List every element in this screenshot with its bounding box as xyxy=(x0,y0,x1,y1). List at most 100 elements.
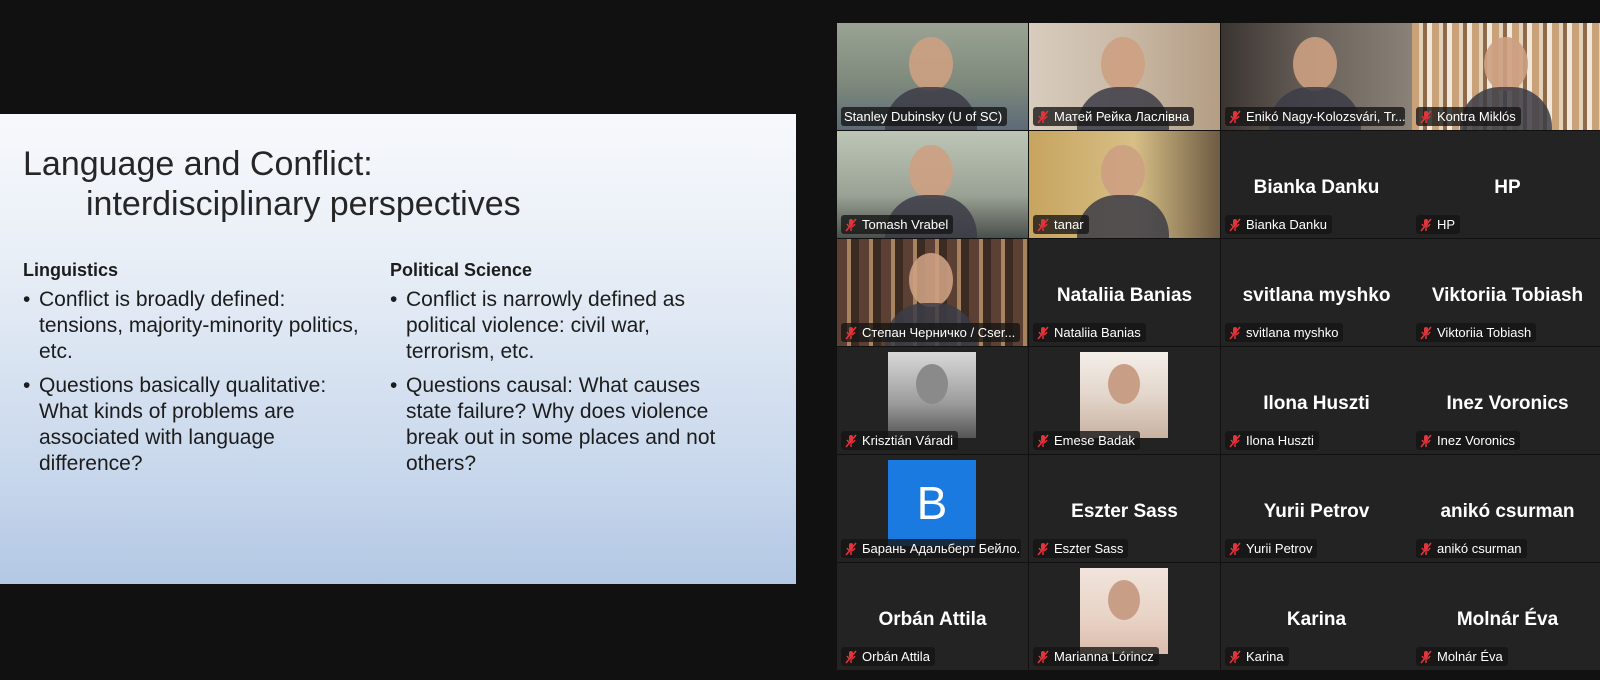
participant-label: Karina xyxy=(1225,647,1289,666)
person-silhouette xyxy=(916,364,948,404)
mic-muted-icon xyxy=(1229,433,1241,448)
participant-label-text: tanar xyxy=(1054,217,1084,232)
participant-label-text: Yurii Petrov xyxy=(1246,541,1313,556)
participant-gallery: Stanley Dubinsky (U of SC) Матей Рейка Ла… xyxy=(837,23,1600,678)
person-silhouette xyxy=(1101,37,1145,91)
participant-tile[interactable]: Enikó Nagy-Kolozsvári, Tr... xyxy=(1221,23,1412,130)
participant-tile[interactable]: HP HP xyxy=(1412,131,1600,238)
participant-tile[interactable]: Inez Voronics Inez Voronics xyxy=(1412,347,1600,454)
bullet-item: Conflict is broadly defined: tensions, m… xyxy=(23,287,363,365)
participant-label: Orbán Attila xyxy=(841,647,935,666)
participant-display-name: Eszter Sass xyxy=(1071,501,1178,522)
person-silhouette xyxy=(909,145,953,199)
participant-label-text: Tomash Vrabel xyxy=(862,217,949,232)
participant-label: HP xyxy=(1416,215,1461,234)
person-silhouette xyxy=(1077,195,1169,238)
participant-label-text: svitlana myshko xyxy=(1246,325,1339,340)
participant-tile[interactable]: Emese Badak xyxy=(1029,347,1220,454)
participant-label: Kontra Miklós xyxy=(1416,107,1521,126)
slide-title: Language and Conflict: xyxy=(23,145,373,183)
mic-muted-icon xyxy=(1229,109,1241,124)
participant-label-text: Eszter Sass xyxy=(1054,541,1124,556)
participant-label-text: Bianka Danku xyxy=(1246,217,1327,232)
mic-muted-icon xyxy=(1420,649,1432,664)
participant-tile[interactable]: Степан Черничко / Cser... xyxy=(837,239,1028,346)
participant-label: Enikó Nagy-Kolozsvári, Tr... xyxy=(1225,107,1405,126)
participant-label: Nataliia Banias xyxy=(1033,323,1146,342)
participant-label: Tomash Vrabel xyxy=(841,215,954,234)
mic-muted-icon xyxy=(1037,217,1049,232)
participant-label-text: Karina xyxy=(1246,649,1284,664)
participant-tile[interactable]: tanar xyxy=(1029,131,1220,238)
mic-muted-icon xyxy=(1037,649,1049,664)
participant-label: Krisztián Váradi xyxy=(841,431,959,450)
participant-tile[interactable]: B Барань Адальберт Бейло... xyxy=(837,455,1028,562)
participant-label-text: Marianna Lórincz xyxy=(1054,649,1154,664)
participant-display-name: Yurii Petrov xyxy=(1263,501,1370,522)
mic-muted-icon xyxy=(1420,325,1432,340)
mic-muted-icon xyxy=(1037,325,1049,340)
participant-label: Eszter Sass xyxy=(1033,539,1129,558)
participant-label-text: Барань Адальберт Бейло... xyxy=(862,541,1021,556)
avatar xyxy=(1080,568,1168,654)
avatar xyxy=(1080,352,1168,438)
person-silhouette xyxy=(1293,37,1337,91)
mic-muted-icon xyxy=(845,433,857,448)
participant-tile[interactable]: Karina Karina xyxy=(1221,563,1412,670)
mic-muted-icon xyxy=(1420,217,1432,232)
mic-muted-icon xyxy=(1229,325,1241,340)
participant-label: Viktoriia Tobiash xyxy=(1416,323,1537,342)
participant-tile[interactable]: Orbán Attila Orbán Attila xyxy=(837,563,1028,670)
column-heading: Political Science xyxy=(390,260,533,280)
mic-muted-icon xyxy=(1037,541,1049,556)
participant-label: Stanley Dubinsky (U of SC) xyxy=(841,107,1008,126)
mic-muted-icon xyxy=(1420,433,1432,448)
mic-muted-icon xyxy=(1037,109,1049,124)
mic-muted-icon xyxy=(845,649,857,664)
participant-tile[interactable]: Stanley Dubinsky (U of SC) xyxy=(837,23,1028,130)
participant-tile[interactable]: Marianna Lórincz xyxy=(1029,563,1220,670)
participant-tile[interactable]: Krisztián Váradi xyxy=(837,347,1028,454)
participant-label-text: Krisztián Váradi xyxy=(862,433,954,448)
participant-label: tanar xyxy=(1033,215,1089,234)
participant-tile[interactable]: Viktoriia Tobiash Viktoriia Tobiash xyxy=(1412,239,1600,346)
participant-label-text: Степан Черничко / Cser... xyxy=(862,325,1016,340)
participant-label: Степан Черничко / Cser... xyxy=(841,323,1021,342)
person-silhouette xyxy=(909,37,953,91)
participant-display-name: Ilona Huszti xyxy=(1263,393,1370,414)
participant-tile[interactable]: Eszter Sass Eszter Sass xyxy=(1029,455,1220,562)
participant-label-text: Ilona Huszti xyxy=(1246,433,1314,448)
mic-muted-icon xyxy=(1229,649,1241,664)
person-silhouette xyxy=(1108,364,1140,404)
participant-label-text: Nataliia Banias xyxy=(1054,325,1141,340)
participant-label-text: Stanley Dubinsky (U of SC) xyxy=(844,109,1003,124)
participant-tile[interactable]: Ilona Huszti Ilona Huszti xyxy=(1221,347,1412,454)
mic-muted-icon xyxy=(1420,109,1432,124)
participant-label: Marianna Lórincz xyxy=(1033,647,1159,666)
participant-label-text: Molnár Éva xyxy=(1437,649,1503,664)
participant-label: Bianka Danku xyxy=(1225,215,1332,234)
mic-muted-icon xyxy=(845,325,857,340)
participant-display-name: Karina xyxy=(1286,609,1347,630)
person-silhouette xyxy=(1484,37,1528,91)
mic-muted-icon xyxy=(1229,541,1241,556)
participant-tile[interactable]: svitlana myshko svitlana myshko xyxy=(1221,239,1412,346)
participant-tile[interactable]: Tomash Vrabel xyxy=(837,131,1028,238)
slide-column-political-science: Political Science Conflict is narrowly d… xyxy=(390,260,730,485)
participant-display-name: Inez Voronics xyxy=(1446,393,1569,414)
bullet-item: Conflict is narrowly defined as politica… xyxy=(390,287,730,365)
participant-tile[interactable]: Kontra Miklós xyxy=(1412,23,1600,130)
participant-tile[interactable]: Molnár Éva Molnár Éva xyxy=(1412,563,1600,670)
mic-muted-icon xyxy=(1229,217,1241,232)
mic-muted-icon xyxy=(845,541,857,556)
person-silhouette xyxy=(909,253,953,307)
participant-tile[interactable]: Yurii Petrov Yurii Petrov xyxy=(1221,455,1412,562)
participant-label: svitlana myshko xyxy=(1225,323,1344,342)
shared-slide: Language and Conflict: interdisciplinary… xyxy=(0,114,796,584)
participant-tile[interactable]: Матей Рейка Ласлівна xyxy=(1029,23,1220,130)
participant-tile[interactable]: Bianka Danku Bianka Danku xyxy=(1221,131,1412,238)
person-silhouette xyxy=(1101,145,1145,199)
participant-label: Ilona Huszti xyxy=(1225,431,1319,450)
participant-tile[interactable]: anikó csurman anikó csurman xyxy=(1412,455,1600,562)
participant-tile[interactable]: Nataliia Banias Nataliia Banias xyxy=(1029,239,1220,346)
